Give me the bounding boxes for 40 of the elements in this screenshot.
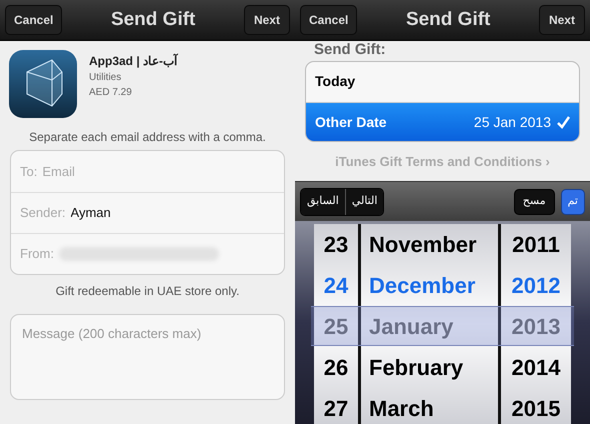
- picker-value[interactable]: 23: [324, 224, 348, 265]
- picker-value[interactable]: 26: [324, 347, 348, 388]
- field-label: Sender:: [20, 204, 66, 222]
- nav-title: Send Gift: [110, 8, 196, 32]
- next-field-button[interactable]: التالي: [344, 188, 384, 215]
- app-name: App3ad | آب-عاد: [89, 52, 178, 70]
- clear-button[interactable]: مسح: [514, 188, 555, 215]
- next-button[interactable]: Next: [538, 4, 585, 35]
- picker-value[interactable]: 2012: [512, 265, 560, 306]
- app-icon: [9, 50, 77, 118]
- done-button[interactable]: تم: [560, 188, 585, 215]
- previous-button[interactable]: السابق: [301, 188, 345, 215]
- nav-title: Send Gift: [406, 8, 490, 32]
- cancel-button[interactable]: Cancel: [300, 4, 358, 35]
- checkmark-icon: [557, 116, 570, 128]
- email-field[interactable]: Email: [42, 162, 275, 182]
- picker-value[interactable]: December: [369, 265, 498, 306]
- date-value: 25 Jan 2013: [474, 112, 551, 132]
- picker-value[interactable]: 27: [324, 388, 348, 424]
- picker-value[interactable]: November: [369, 224, 498, 265]
- date-option[interactable]: Other Date 25 Jan 2013: [306, 102, 579, 141]
- field-label: From:: [20, 245, 54, 264]
- picker-value[interactable]: 24: [324, 265, 348, 306]
- text-field[interactable]: Ayman: [70, 203, 275, 223]
- picker-value[interactable]: March: [369, 388, 498, 424]
- picker-value[interactable]: 2014: [512, 347, 560, 388]
- date-option[interactable]: Today: [306, 62, 579, 102]
- next-button[interactable]: Next: [244, 5, 290, 35]
- cancel-button[interactable]: Cancel: [5, 5, 62, 35]
- picker-value[interactable]: February: [369, 347, 498, 388]
- app-price: AED 7.29: [89, 86, 133, 100]
- picker-value[interactable]: 2015: [512, 388, 560, 424]
- message-field[interactable]: Message (200 characters max): [10, 314, 285, 400]
- section-header: Send Gift:: [314, 40, 387, 60]
- field-label: To:: [20, 162, 38, 181]
- hint-text: Separate each email address with a comma.: [28, 129, 267, 146]
- note-text: Gift redeemable in UAE store only.: [54, 283, 240, 300]
- app-category: Utilities: [89, 71, 122, 85]
- date-picker[interactable]: 23 24 25 26 27 November December January February March 2011 2012 2013 2014 2015: [295, 221, 590, 424]
- picker-value[interactable]: 2011: [512, 224, 560, 265]
